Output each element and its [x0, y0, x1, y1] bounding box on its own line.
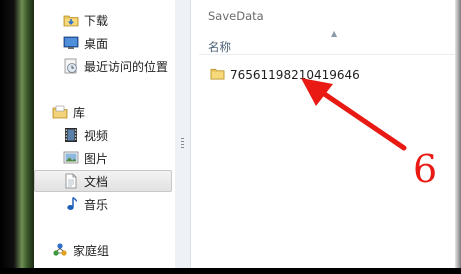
window-right-edge [455, 0, 461, 274]
annotation-arrow-shaft [317, 88, 407, 151]
annotation-arrow-head [301, 78, 333, 106]
window-bottom-edge [0, 268, 461, 274]
annotation-overlay [301, 78, 407, 151]
annotation-step-number: 6 [413, 147, 438, 191]
